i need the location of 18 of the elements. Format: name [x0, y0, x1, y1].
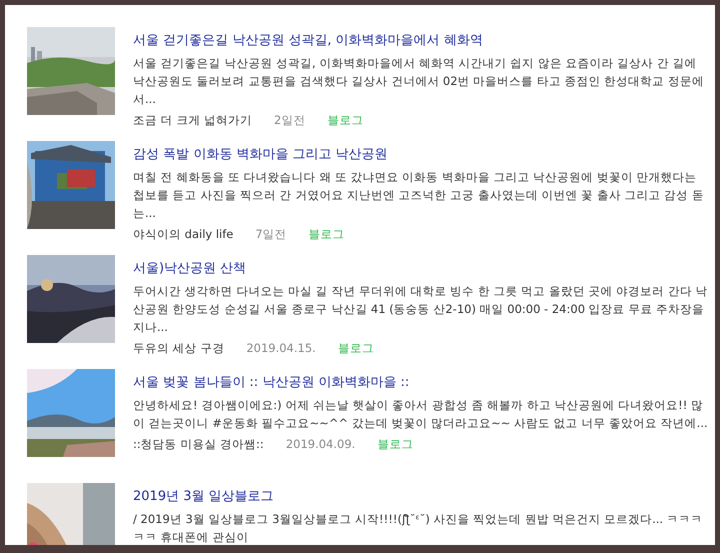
result-title-link[interactable]: 서울)낙산공원 산책	[133, 260, 246, 278]
result-title-link[interactable]: 2019년 3월 일상블로그	[133, 488, 274, 506]
post-date: 2019.04.09.	[286, 436, 356, 453]
blog-name: 야식이의 daily life	[133, 226, 234, 243]
post-date: 2019.04.15.	[246, 340, 316, 357]
result-snippet: / 2019년 3월 일상블로그 3월일상블로그 시작!!!!(ʃƪ˘ᵋ˘) 사진을 찍었는데 뭔밥 먹은건지 모르겠다... ㅋㅋㅋㅋㅋ 휴대폰에 관심이	[133, 511, 704, 545]
result-title-link[interactable]: 감성 폭발 이화동 벽화마을 그리고 낙산공원	[133, 146, 388, 164]
post-date: 2일전	[274, 112, 306, 129]
result-snippet: 안녕하세요! 경아쌤이에요:) 어제 쉬는날 햇살이 좋아서 광합성 좀 해볼까 하고 낙산공원에 다녀왔어요!! 많이 걷는곳이니 #운동화 필수고요~~^^ 갔는데 벚꽃이 많더라고요~~ 사람도 없고 너무 좋았어요 작년에...	[133, 397, 709, 432]
post-date: 7일전	[255, 226, 287, 243]
result-snippet: 서울 걷기좋은길 낙산공원 성곽길, 이화벽화마을에서 혜화역 시간내기 쉽지 않은 요즘이라 길상사 간 길에 낙산공원도 둘러보려 교통편을 검색했다 길상사 건너에서 02번 마을버스를 타고 종점인 한성대학교 정문에서...	[133, 55, 705, 108]
blog-name: 두유의 세상 구경	[133, 340, 224, 357]
result-snippet: 두어시간 생각하면 다녀오는 마실 길 작년 무더위에 대학로 빙수 한 그릇 먹고 올랐던 곳에 야경보러 간다 낙산공원 한양도성 순성길 서울 종로구 낙산길 41 (동숭동 산2-10) 매일 00:00 - 24:00 입장료 무료 주차장을 지나...	[133, 283, 708, 336]
result-title-link[interactable]: 서울 벚꽃 봄나들이 :: 낙산공원 이화벽화마을 ::	[133, 374, 410, 392]
blog-name: 조금 더 크게 넓혀가기	[133, 112, 252, 129]
result-snippet: 며칠 전 혜화동을 또 다녀왔습니다 왜 또 갔냐면요 이화동 벽화마을 그리고 낙산공원에 벚꽃이 만개했다는 첩보를 듣고 사진을 찍으러 간 거였어요 지난번엔 고즈넉한 고궁 출사였는데 이번엔 꽃 출사 그리고 감성 돋는...	[133, 169, 705, 222]
result-title-link[interactable]: 서울 걷기좋은길 낙산공원 성곽길, 이화벽화마을에서 혜화역	[133, 32, 483, 50]
blog-name: ::청담동 미용실 경아쌤::	[133, 436, 264, 453]
